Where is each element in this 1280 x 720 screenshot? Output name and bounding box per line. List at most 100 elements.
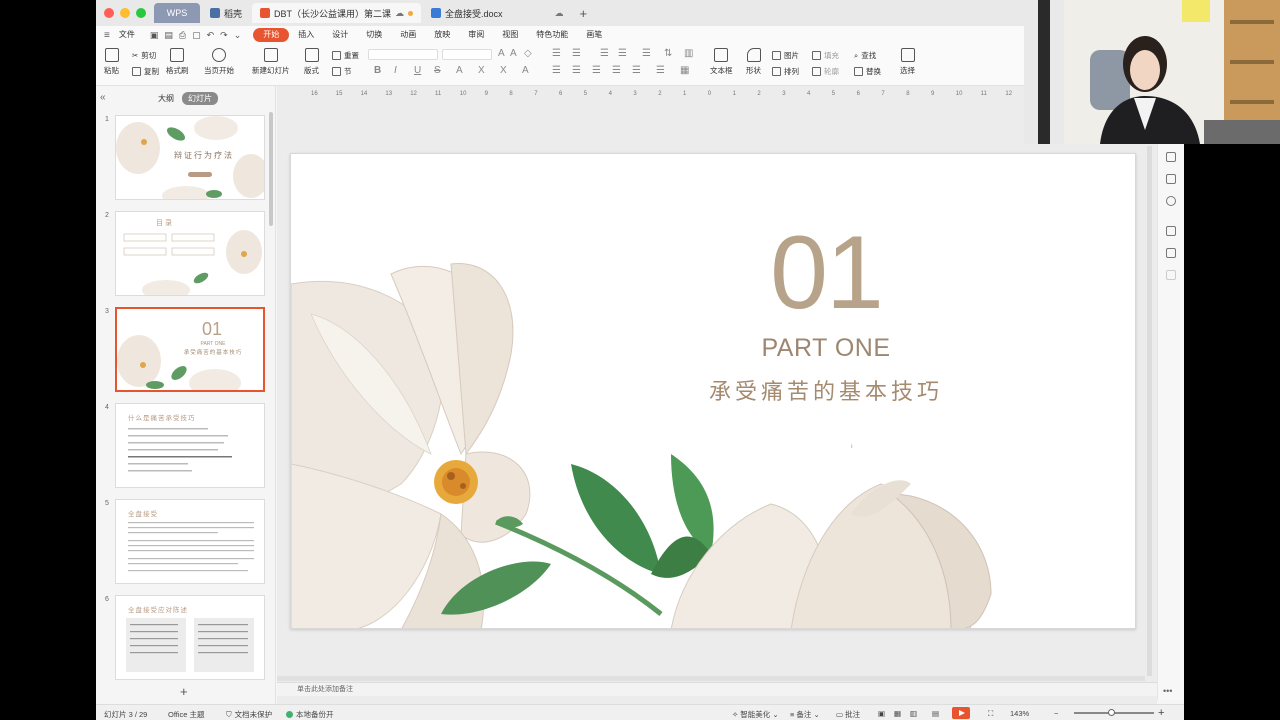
find-button[interactable]: ⌕ 查找: [854, 50, 876, 61]
superscript-icon[interactable]: X: [478, 65, 485, 76]
thumbnail-scrollbar[interactable]: [269, 112, 273, 226]
decrease-font-icon[interactable]: A: [510, 48, 517, 59]
highlight-icon[interactable]: A: [522, 65, 529, 76]
print-icon[interactable]: ⎙: [179, 30, 186, 41]
replace-button[interactable]: 替换: [854, 66, 881, 77]
font-color-icon[interactable]: A: [456, 65, 463, 76]
italic-icon[interactable]: I: [394, 65, 397, 76]
maximize-window-button[interactable]: [136, 8, 146, 18]
play-slideshow-button[interactable]: [952, 707, 970, 719]
zoom-level[interactable]: 143%: [1010, 709, 1029, 718]
menu-animation[interactable]: 动画: [391, 28, 425, 42]
preview-icon[interactable]: ▢: [192, 30, 201, 41]
current-slide-canvas[interactable]: 01 PART ONE 承受痛苦的基本技巧 ı: [290, 153, 1136, 629]
cut-button[interactable]: ✂ 剪切: [132, 50, 156, 61]
theme-name[interactable]: Office 主题: [168, 709, 205, 720]
slide-thumbnail-2[interactable]: 目 录: [115, 211, 265, 296]
pin-icon[interactable]: [1166, 226, 1176, 236]
menu-special-features[interactable]: 特色功能: [527, 28, 577, 42]
fill-button[interactable]: 填充: [812, 50, 839, 61]
slide-big-number[interactable]: 01: [761, 214, 891, 333]
add-slide-button[interactable]: +: [180, 684, 188, 699]
menu-review[interactable]: 审阅: [459, 28, 493, 42]
align-right-icon[interactable]: ☰: [592, 65, 601, 76]
font-size-select[interactable]: [442, 49, 492, 60]
dropdown-icon[interactable]: ⌄: [234, 30, 242, 41]
clear-format-icon[interactable]: ◇: [524, 48, 532, 59]
paste-button[interactable]: 粘贴: [104, 48, 119, 76]
save-icon[interactable]: ▣: [150, 30, 159, 41]
menu-pen[interactable]: 画笔: [577, 28, 611, 42]
picture-button[interactable]: 图片: [772, 50, 799, 61]
new-tab-button[interactable]: +: [580, 6, 588, 21]
more-options-icon[interactable]: •••: [1163, 686, 1172, 696]
columns-icon[interactable]: ▥: [684, 48, 693, 59]
align-center-icon[interactable]: ☰: [572, 65, 581, 76]
bullets-icon[interactable]: ☰: [552, 48, 561, 59]
align-text-icon[interactable]: ☰: [656, 65, 665, 76]
slide-subtitle[interactable]: 承受痛苦的基本技巧: [686, 374, 966, 406]
shape-button[interactable]: 形状: [746, 48, 761, 76]
tab-slides[interactable]: 幻灯片: [182, 92, 218, 105]
comments-button[interactable]: ▭ 批注: [836, 709, 860, 720]
hamburger-menu-icon[interactable]: ≡: [104, 30, 110, 41]
decrease-indent-icon[interactable]: ☰: [600, 48, 609, 59]
history-icon[interactable]: [1166, 196, 1176, 206]
menu-home[interactable]: 开始: [253, 28, 290, 42]
export-icon[interactable]: ▤: [164, 30, 173, 41]
tab-active-presentation[interactable]: DBT（长沙公益课用）第二课 ☁: [252, 3, 422, 23]
slide-thumbnail-6[interactable]: 全盘接受应对陈述: [115, 595, 265, 680]
format-painter-button[interactable]: 格式刷: [166, 48, 189, 76]
menu-file[interactable]: 文件: [110, 28, 144, 42]
backup-icon[interactable]: [1166, 248, 1176, 258]
property-icon[interactable]: [1166, 152, 1176, 162]
presenter-icon[interactable]: ▤: [932, 709, 939, 718]
increase-font-icon[interactable]: A: [498, 48, 505, 59]
redo-icon[interactable]: ↷: [220, 30, 228, 41]
slide-thumbnail-4[interactable]: 什么是痛苦承受技巧: [115, 403, 265, 488]
zoom-out-button[interactable]: −: [1054, 709, 1058, 718]
collapse-panel-icon[interactable]: «: [100, 92, 106, 103]
document-protection-status[interactable]: ⛉ 文档未保护: [226, 709, 272, 720]
font-name-select[interactable]: [368, 49, 438, 60]
notes-toggle-button[interactable]: ≡ 备注 ⌄: [790, 709, 820, 720]
subscript-icon[interactable]: X: [500, 65, 507, 76]
reading-view-icon[interactable]: ▥: [910, 709, 917, 718]
minimize-window-button[interactable]: [120, 8, 130, 18]
menu-view[interactable]: 视图: [493, 28, 527, 42]
textbox-button[interactable]: 文本框: [710, 48, 733, 76]
section-button[interactable]: 节: [332, 66, 352, 77]
notes-area[interactable]: 单击此处添加备注: [277, 682, 1157, 696]
menu-transition[interactable]: 切换: [357, 28, 391, 42]
line-spacing-icon[interactable]: ☰: [642, 48, 651, 59]
bold-icon[interactable]: B: [374, 65, 381, 76]
slide-thumbnail-1[interactable]: 辩证行为疗法: [115, 115, 265, 200]
slide-part-label[interactable]: PART ONE: [726, 334, 926, 363]
fit-window-icon[interactable]: ⛶: [988, 709, 993, 719]
select-button[interactable]: 选择: [900, 48, 915, 76]
arrange-button[interactable]: 排列: [772, 66, 799, 77]
justify-icon[interactable]: ☰: [612, 65, 621, 76]
strikethrough-icon[interactable]: S: [434, 65, 441, 76]
increase-indent-icon[interactable]: ☰: [618, 48, 627, 59]
reset-button[interactable]: 重置: [332, 50, 359, 61]
menu-design[interactable]: 设计: [323, 28, 357, 42]
align-left-icon[interactable]: ☰: [552, 65, 561, 76]
zoom-in-button[interactable]: +: [1158, 707, 1164, 719]
distribute-icon[interactable]: ☰: [632, 65, 641, 76]
outline-button[interactable]: 轮廓: [812, 66, 839, 77]
style-icon[interactable]: [1166, 174, 1176, 184]
slide-thumbnail-5[interactable]: 全盘接受: [115, 499, 265, 584]
close-window-button[interactable]: [104, 8, 114, 18]
vertical-scrollbar[interactable]: [1147, 146, 1152, 676]
smart-art-icon[interactable]: ▦: [680, 65, 689, 76]
slide-sorter-icon[interactable]: ▦: [894, 709, 901, 718]
text-direction-icon[interactable]: ⇅: [664, 48, 672, 59]
tab-wps-home[interactable]: WPS: [154, 3, 200, 23]
horizontal-scrollbar[interactable]: [277, 676, 1145, 681]
local-backup-status[interactable]: 本地备份开: [286, 709, 334, 720]
layout-button[interactable]: 版式: [304, 48, 319, 76]
slide-thumbnail-3[interactable]: 01 PART ONE 承受痛苦的基本技巧: [115, 307, 265, 392]
tab-word-document[interactable]: 全盘接受.docx ☁: [423, 3, 572, 23]
normal-view-icon[interactable]: ▣: [878, 709, 885, 718]
